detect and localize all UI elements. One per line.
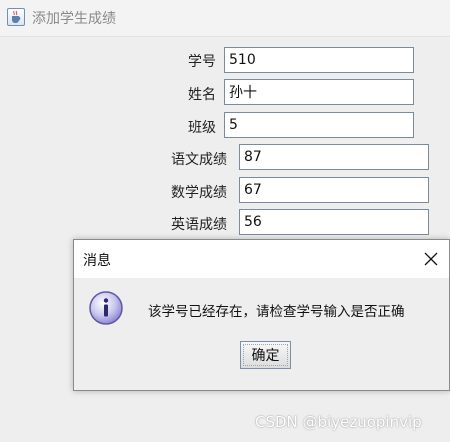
dialog-titlebar: 消息 xyxy=(74,240,449,278)
window-title: 添加学生成绩 xyxy=(32,11,116,27)
window-titlebar: 添加学生成绩 xyxy=(0,0,450,37)
ok-button-label: 确定 xyxy=(243,344,288,366)
watermark: CSDN @biyezuopinvip xyxy=(255,413,422,431)
name-field[interactable] xyxy=(224,79,414,105)
english-score-field[interactable] xyxy=(239,209,429,235)
english-score-label: 英语成绩 xyxy=(171,217,227,233)
math-score-label: 数学成绩 xyxy=(171,185,227,201)
class-field[interactable] xyxy=(224,112,414,138)
close-icon[interactable] xyxy=(419,247,443,271)
dialog-message: 该学号已经存在，请检查学号输入是否正确 xyxy=(148,304,405,320)
student-id-field[interactable] xyxy=(224,47,414,73)
student-id-label: 学号 xyxy=(188,54,216,70)
name-label: 姓名 xyxy=(188,87,216,103)
chinese-score-label: 语文成绩 xyxy=(171,152,227,168)
message-dialog: 消息 该学号已经存在，请检查学号输入是否正确 确定 xyxy=(73,239,450,391)
info-icon xyxy=(88,290,124,326)
chinese-score-field[interactable] xyxy=(239,144,429,170)
dialog-title: 消息 xyxy=(83,253,111,269)
math-score-field[interactable] xyxy=(239,177,429,203)
ok-button[interactable]: 确定 xyxy=(240,341,291,369)
class-label: 班级 xyxy=(188,120,216,136)
java-cup-icon xyxy=(7,8,25,26)
